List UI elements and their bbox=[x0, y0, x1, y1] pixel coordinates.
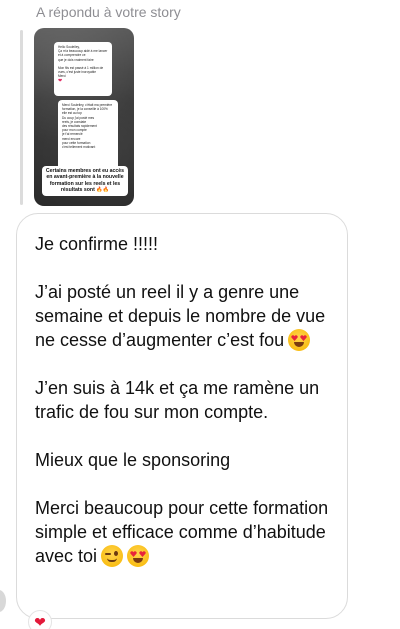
message-paragraph: Merci beaucoup pour cette formation simp… bbox=[35, 496, 333, 568]
message-text: Merci beaucoup pour cette formation simp… bbox=[35, 498, 329, 566]
message-text: Mieux que le sponsoring bbox=[35, 450, 231, 470]
heart-reaction-icon[interactable]: ❤ bbox=[28, 610, 52, 629]
story-card-line: Merci bbox=[58, 74, 66, 79]
avatar bbox=[0, 590, 6, 612]
story-message-card-two: Merci Souleiley, c'était ma première for… bbox=[58, 100, 118, 176]
heart-eyes-emoji-icon bbox=[288, 329, 311, 351]
heart-icon: ❤ bbox=[58, 77, 63, 84]
winking-face-emoji-icon bbox=[101, 545, 124, 567]
story-thumbnail[interactable]: Hello Souleiley, Ça m'a beaucoup aidé à … bbox=[34, 28, 134, 206]
reply-bar bbox=[20, 30, 23, 205]
message-paragraph: J’ai posté un reel il y a genre une sema… bbox=[35, 280, 333, 352]
message-paragraph: J’en suis à 14k et ça me ramène un trafi… bbox=[35, 376, 333, 424]
reply-label: A répondu à votre story bbox=[36, 4, 181, 20]
message-text: Je confirme !!!!! bbox=[35, 234, 159, 254]
story-message-card-one: Hello Souleiley, Ça m'a beaucoup aidé à … bbox=[54, 42, 112, 96]
story-card-line: c'est tellement motivant bbox=[62, 145, 96, 150]
message-paragraph: Je confirme !!!!! bbox=[35, 232, 333, 256]
message-paragraph: Mieux que le sponsoring bbox=[35, 448, 333, 472]
message-text: J’en suis à 14k et ça me ramène un trafi… bbox=[35, 378, 320, 422]
heart-eyes-emoji-icon bbox=[127, 545, 150, 567]
story-caption: Certains membres ont eu accès en avant-p… bbox=[42, 166, 128, 196]
message-text: J’ai posté un reel il y a genre une sema… bbox=[35, 282, 326, 350]
message-bubble[interactable]: Je confirme !!!!! J’ai posté un reel il … bbox=[16, 213, 348, 619]
